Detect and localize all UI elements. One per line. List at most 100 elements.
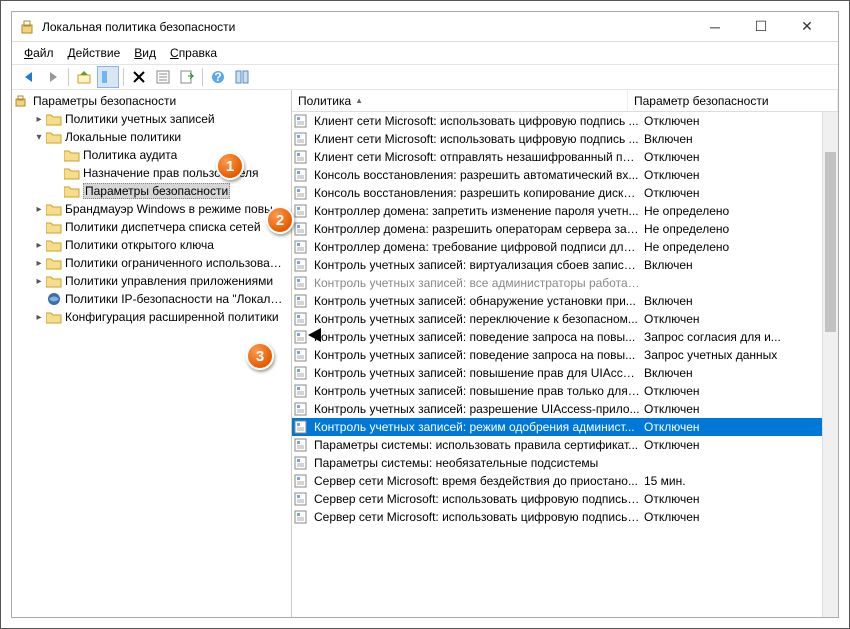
expander-icon[interactable]: ▾ — [32, 132, 46, 143]
tree-item-label: Политика аудита — [83, 148, 177, 162]
tree-item[interactable]: Политики IP-безопасности на "Локальный к… — [12, 290, 291, 308]
policy-value: Отключен — [644, 420, 838, 434]
policy-value: Не определено — [644, 240, 838, 254]
column-header-policy[interactable]: Политика ▲ — [292, 90, 628, 111]
policy-row[interactable]: Клиент сети Microsoft: использовать цифр… — [292, 130, 838, 148]
policy-row[interactable]: Консоль восстановления: разрешить автома… — [292, 166, 838, 184]
policy-name: Контроль учетных записей: поведение запр… — [314, 348, 644, 362]
expander-icon[interactable]: ▸ — [32, 240, 46, 251]
sort-asc-icon: ▲ — [355, 96, 363, 105]
policy-name: Консоль восстановления: разрешить автома… — [314, 168, 644, 182]
policy-row[interactable]: Контроль учетных записей: режим одобрени… — [292, 418, 838, 436]
policy-row[interactable]: Контроллер домена: требование цифровой п… — [292, 238, 838, 256]
scrollbar-vertical[interactable] — [822, 112, 838, 617]
tree-item[interactable]: ▸Политики ограниченного использования — [12, 254, 291, 272]
maximize-button[interactable]: ☐ — [738, 12, 784, 42]
help-button[interactable]: ? — [207, 66, 229, 88]
policy-name: Сервер сети Microsoft: использовать цифр… — [314, 510, 644, 524]
up-button[interactable] — [73, 66, 95, 88]
policy-row[interactable]: Контроль учетных записей: повышение прав… — [292, 382, 838, 400]
tree-item[interactable]: Параметры безопасности — [12, 182, 291, 200]
titlebar: Локальная политика безопасности ─ ☐ ✕ — [12, 12, 838, 42]
expander-icon[interactable]: ▸ — [32, 114, 46, 125]
policy-value: Включен — [644, 258, 838, 272]
delete-button[interactable] — [128, 66, 150, 88]
policy-row[interactable]: Контроль учетных записей: переключение к… — [292, 310, 838, 328]
policy-row[interactable]: Контроль учетных записей: разрешение UIA… — [292, 400, 838, 418]
window-title: Локальная политика безопасности — [42, 20, 235, 34]
back-button[interactable] — [18, 66, 40, 88]
forward-button[interactable] — [42, 66, 64, 88]
tree-item[interactable]: Политики диспетчера списка сетей — [12, 218, 291, 236]
minimize-button[interactable]: ─ — [692, 12, 738, 42]
menu-action[interactable]: Действие — [62, 44, 127, 62]
policy-name: Контроль учетных записей: обнаружение ус… — [314, 294, 644, 308]
tree-item[interactable]: ▸ Брандмауэр Windows в режиме повышенной … — [12, 200, 291, 218]
toolbar: ? — [12, 64, 838, 90]
policy-value: Запрос согласия для и... — [644, 330, 838, 344]
policy-value: Отключен — [644, 384, 838, 398]
policy-value: Отключен — [644, 492, 838, 506]
column-header-setting[interactable]: Параметр безопасности — [628, 90, 838, 111]
tree-item-label: Брандмауэр Windows в режиме повышенной б… — [65, 202, 287, 216]
tree-item-label: Политики открытого ключа — [65, 238, 214, 252]
policy-value: Не определено — [644, 222, 838, 236]
properties-button[interactable] — [152, 66, 174, 88]
tree-item-label: Политики управления приложениями — [65, 274, 273, 288]
tree-item[interactable]: Политика аудита — [12, 146, 291, 164]
tree-item-label: Политики диспетчера списка сетей — [65, 220, 261, 234]
export-button[interactable] — [176, 66, 198, 88]
list-pane[interactable]: Политика ▲ Параметр безопасности Клиент … — [292, 90, 838, 617]
policy-row[interactable]: Клиент сети Microsoft: использовать цифр… — [292, 112, 838, 130]
tree-item[interactable]: ▸ Политики управления приложениями — [12, 272, 291, 290]
close-button[interactable]: ✕ — [784, 12, 830, 42]
policy-row[interactable]: Параметры системы: необязательные подсис… — [292, 454, 838, 472]
policy-row[interactable]: Параметры системы: использовать правила … — [292, 436, 838, 454]
tree-view-button[interactable] — [97, 66, 119, 88]
tree-item[interactable]: ▾ Локальные политики — [12, 128, 291, 146]
policy-name: Контроль учетных записей: повышение прав… — [314, 366, 644, 380]
policy-value: Включен — [644, 294, 838, 308]
scrollbar-thumb[interactable] — [825, 152, 836, 332]
menu-file[interactable]: Файл — [18, 44, 60, 62]
tree-item[interactable]: Назначение прав пользователя — [12, 164, 291, 182]
refresh-button[interactable] — [231, 66, 253, 88]
expander-icon[interactable]: ▸ — [32, 204, 46, 215]
expander-icon[interactable]: ▸ — [32, 276, 46, 287]
policy-name: Контроллер домена: разрешить операторам … — [314, 222, 644, 236]
policy-row[interactable]: Сервер сети Microsoft: время бездействия… — [292, 472, 838, 490]
expander-icon[interactable]: ▸ — [32, 258, 46, 269]
menu-view[interactable]: Вид — [128, 44, 162, 62]
policy-value: Включен — [644, 366, 838, 380]
policy-name: Параметры системы: использовать правила … — [314, 438, 644, 452]
tree-item-label: Конфигурация расширенной политики — [65, 310, 279, 324]
secpol-icon — [14, 94, 30, 108]
policy-name: Контроль учетных записей: повышение прав… — [314, 384, 644, 398]
tree-root[interactable]: Параметры безопасности — [12, 92, 291, 110]
tree-item[interactable]: ▸ Политики открытого ключа — [12, 236, 291, 254]
policy-name: Контроль учетных записей: виртуализация … — [314, 258, 644, 272]
policy-row[interactable]: Контроль учетных записей: все администра… — [292, 274, 838, 292]
policy-row[interactable]: Контроль учетных записей: виртуализация … — [292, 256, 838, 274]
expander-icon[interactable]: ▸ — [32, 312, 46, 323]
policy-row[interactable]: Контроль учетных записей: поведение запр… — [292, 328, 838, 346]
menu-help[interactable]: Справка — [164, 44, 223, 62]
callout-2: 2 — [266, 206, 294, 234]
policy-row[interactable]: Контроллер домена: разрешить операторам … — [292, 220, 838, 238]
policy-name: Консоль восстановления: разрешить копиро… — [314, 186, 644, 200]
policy-row[interactable]: Контроль учетных записей: повышение прав… — [292, 364, 838, 382]
policy-row[interactable]: Клиент сети Microsoft: отправлять незаши… — [292, 148, 838, 166]
policy-name: Параметры системы: необязательные подсис… — [314, 456, 644, 470]
policy-row[interactable]: Сервер сети Microsoft: использовать цифр… — [292, 508, 838, 526]
policy-name: Клиент сети Microsoft: отправлять незаши… — [314, 150, 644, 164]
policy-name: Контроль учетных записей: все администра… — [314, 276, 644, 290]
policy-row[interactable]: Контроль учетных записей: поведение запр… — [292, 346, 838, 364]
policy-row[interactable]: Контроллер домена: запретить изменение п… — [292, 202, 838, 220]
policy-row[interactable]: Контроль учетных записей: обнаружение ус… — [292, 292, 838, 310]
policy-row[interactable]: Консоль восстановления: разрешить копиро… — [292, 184, 838, 202]
policy-row[interactable]: Сервер сети Microsoft: использовать цифр… — [292, 490, 838, 508]
tree-item[interactable]: ▸Политики учетных записей — [12, 110, 291, 128]
tree-item-label: Локальные политики — [65, 130, 181, 144]
policy-name: Контроль учетных записей: режим одобрени… — [314, 420, 644, 434]
tree-item[interactable]: ▸ Конфигурация расширенной политики — [12, 308, 291, 326]
